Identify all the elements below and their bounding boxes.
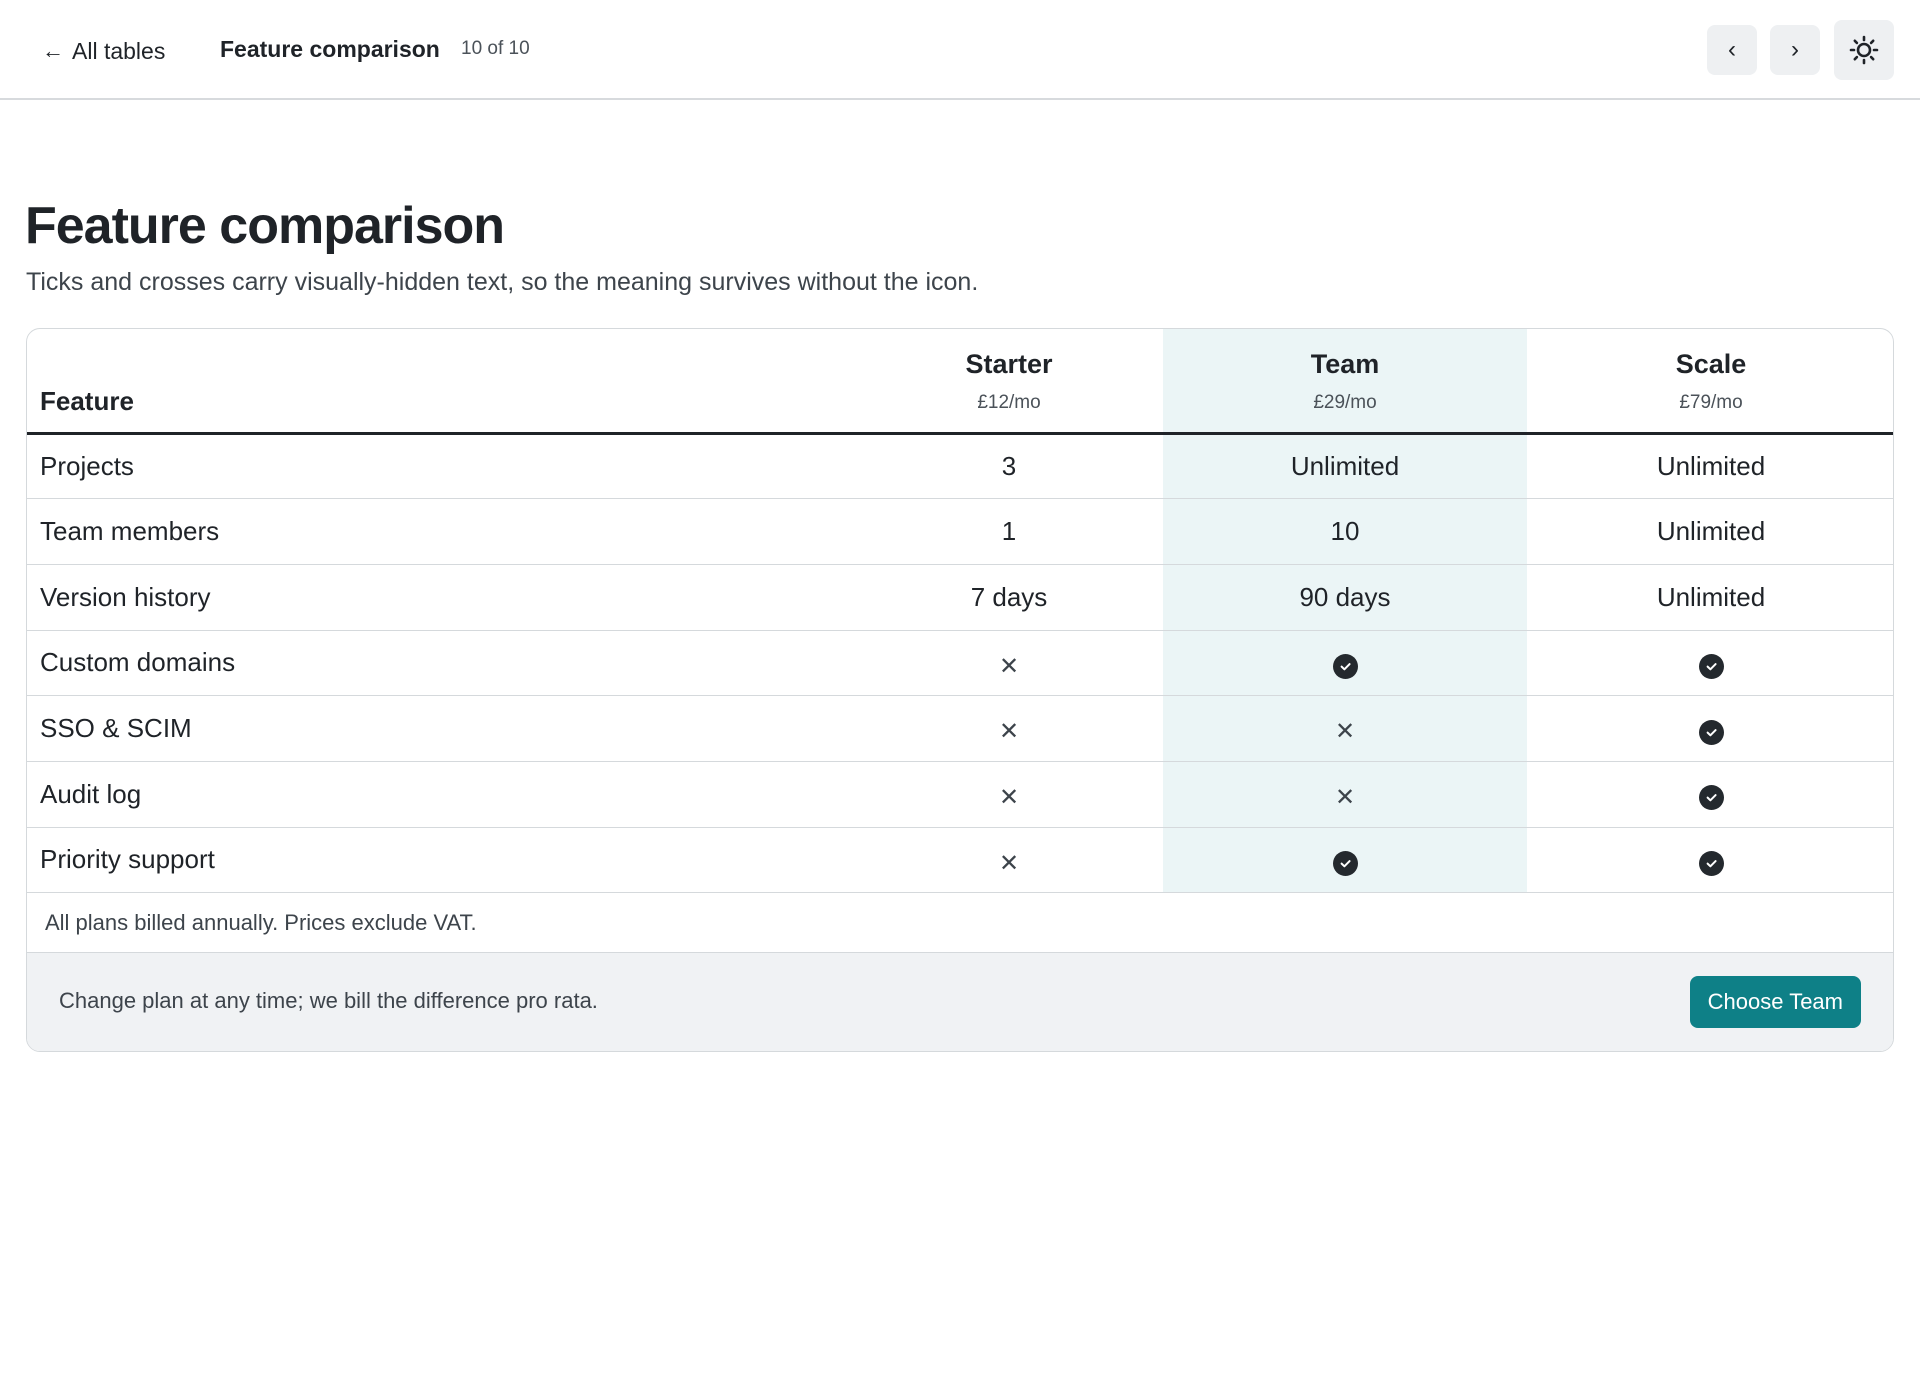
plan-name: Team xyxy=(1310,349,1380,379)
feature-column-header: Feature xyxy=(27,329,855,435)
cross-icon: ✕ xyxy=(998,652,1020,680)
table-row: Team members 1 10 Unlimited xyxy=(27,498,1893,565)
table-row: SSO & SCIM ✕ ✕ xyxy=(27,695,1893,762)
billing-note: All plans billed annually. Prices exclud… xyxy=(27,893,1893,954)
plan-name: Scale xyxy=(1675,349,1747,379)
check-icon xyxy=(1332,654,1358,680)
plan-value-cell: 3 xyxy=(855,433,1163,500)
previous-table-button[interactable]: ‹ xyxy=(1707,25,1757,75)
feature-name-cell: Projects xyxy=(27,433,855,500)
table-body: Projects 3 Unlimited Unlimited Team members 1… xyxy=(27,433,1893,894)
plan-header-team: Team £29/mo xyxy=(1163,329,1527,435)
feature-comparison-table: Feature Starter £12/mo Team £29/mo Scale… xyxy=(27,329,1893,894)
sun-icon xyxy=(1849,35,1879,65)
plan-price: £79/mo xyxy=(1679,392,1743,413)
chevron-right-icon: › xyxy=(1791,36,1799,63)
plan-value-cell: ✕ xyxy=(1163,761,1527,828)
plan-header-scale: Scale £79/mo xyxy=(1527,329,1893,435)
table-row: Version history 7 days 90 days Unlimited xyxy=(27,564,1893,631)
plan-value-cell xyxy=(1163,827,1527,894)
feature-name-cell: Team members xyxy=(27,498,855,565)
plan-header-starter: Starter £12/mo xyxy=(855,329,1163,435)
top-bar: ← All tables Feature comparison 10 of 10… xyxy=(0,0,1920,100)
table-row: Priority support ✕ xyxy=(27,827,1893,894)
arrow-left-icon: ← xyxy=(42,38,64,63)
chevron-left-icon: ‹ xyxy=(1728,36,1736,63)
plan-value-cell: ✕ xyxy=(855,827,1163,894)
plan-value-cell: Unlimited xyxy=(1527,433,1893,500)
cross-icon: ✕ xyxy=(998,718,1020,746)
check-icon xyxy=(1698,654,1724,680)
check-icon xyxy=(1698,851,1724,877)
next-table-button[interactable]: › xyxy=(1770,25,1820,75)
plan-value-cell xyxy=(1527,695,1893,762)
theme-toggle-button[interactable] xyxy=(1834,20,1894,80)
plan-value-cell: ✕ xyxy=(1163,695,1527,762)
cross-icon: ✕ xyxy=(998,849,1020,877)
table-position-counter: 10 of 10 xyxy=(461,38,530,59)
back-link-label: All tables xyxy=(72,37,166,64)
plan-name: Starter xyxy=(965,349,1053,379)
feature-name-cell: Version history xyxy=(27,564,855,631)
check-icon xyxy=(1698,785,1724,811)
plan-value-cell: Unlimited xyxy=(1527,564,1893,631)
table-row: Audit log ✕ ✕ xyxy=(27,761,1893,828)
plan-value-cell: ✕ xyxy=(855,761,1163,828)
check-icon xyxy=(1698,719,1724,745)
page-title: Feature comparison xyxy=(25,197,505,255)
topbar-title: Feature comparison xyxy=(220,36,440,62)
page-subtitle: Ticks and crosses carry visually-hidden … xyxy=(26,268,979,296)
check-icon xyxy=(1332,851,1358,877)
plan-value-cell: ✕ xyxy=(855,630,1163,697)
back-to-all-tables-link[interactable]: ← All tables xyxy=(42,34,165,68)
plan-value-cell: Unlimited xyxy=(1163,433,1527,500)
cross-icon: ✕ xyxy=(998,784,1020,812)
footer-text: Change plan at any time; we bill the dif… xyxy=(59,988,598,1014)
choose-team-button[interactable]: Choose Team xyxy=(1689,976,1861,1029)
table-row: Projects 3 Unlimited Unlimited xyxy=(27,433,1893,500)
plan-value-cell xyxy=(1163,630,1527,697)
plan-price: £29/mo xyxy=(1313,392,1377,413)
table-header-row: Feature Starter £12/mo Team £29/mo Scale… xyxy=(27,329,1893,435)
plan-value-cell: 10 xyxy=(1163,498,1527,565)
cross-icon: ✕ xyxy=(1334,718,1356,746)
plan-value-cell: 7 days xyxy=(855,564,1163,631)
plan-value-cell xyxy=(1527,827,1893,894)
plan-value-cell: ✕ xyxy=(855,695,1163,762)
plan-value-cell: 90 days xyxy=(1163,564,1527,631)
feature-name-cell: SSO & SCIM xyxy=(27,695,855,762)
feature-name-cell: Custom domains xyxy=(27,630,855,697)
plan-price: £12/mo xyxy=(977,392,1041,413)
cross-icon: ✕ xyxy=(1334,784,1356,812)
plan-value-cell xyxy=(1527,761,1893,828)
comparison-table-card: Feature Starter £12/mo Team £29/mo Scale… xyxy=(26,328,1894,1052)
table-row: Custom domains ✕ xyxy=(27,630,1893,697)
table-footer: Change plan at any time; we bill the dif… xyxy=(27,953,1893,1051)
feature-name-cell: Priority support xyxy=(27,827,855,894)
plan-value-cell: Unlimited xyxy=(1527,498,1893,565)
plan-value-cell xyxy=(1527,630,1893,697)
plan-value-cell: 1 xyxy=(855,498,1163,565)
feature-name-cell: Audit log xyxy=(27,761,855,828)
